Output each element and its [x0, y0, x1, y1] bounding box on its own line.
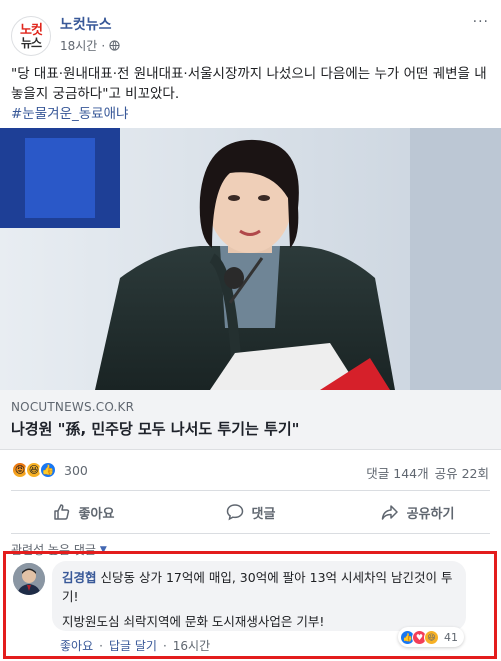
comment-label: 댓글	[251, 506, 276, 522]
comment-time[interactable]: 16시간	[173, 637, 210, 654]
comment-button[interactable]: 댓글	[167, 496, 334, 528]
avatar[interactable]	[13, 563, 45, 595]
avatar-logo-line1: 노컷	[20, 22, 43, 38]
comment-author-link[interactable]: 김경협	[62, 570, 97, 585]
share-count[interactable]: 공유 22회	[435, 463, 489, 482]
news-photo[interactable]	[0, 128, 501, 390]
separator-dot: ·	[99, 638, 103, 653]
comment-count[interactable]: 댓글 144개	[366, 463, 428, 482]
page-name-link[interactable]: 노컷뉴스	[60, 14, 112, 34]
link-domain: NOCUTNEWS.CO.KR	[11, 400, 135, 414]
comment-actions: 좋아요 · 답글 달기 · 16시간	[60, 637, 210, 654]
share-label: 공유하기	[406, 506, 455, 522]
separator-dot: ·	[101, 38, 106, 53]
action-bar: 좋아요 댓글 공유하기	[0, 496, 501, 528]
comment-reply-button[interactable]: 답글 달기	[109, 637, 157, 654]
stats-right: 댓글 144개 공유 22회	[366, 463, 489, 482]
avatar-logo-line2: 뉴스	[20, 35, 42, 50]
comment-text: 신당동 상가 17억에 매입, 30억에 팔아 13억 시세차익 남긴것이 투기…	[62, 570, 453, 604]
more-options-icon[interactable]: ···	[473, 14, 489, 30]
comment-reactions[interactable]: 👍 ♥ 😆 41	[398, 627, 464, 647]
reaction-summary[interactable]: 😡 😆 👍	[11, 461, 57, 479]
link-preview[interactable]: NOCUTNEWS.CO.KR 나경원 "孫, 민주당 모두 나서도 투기는 투…	[0, 390, 501, 450]
hashtag-link[interactable]: #눈물겨운_동료애냐	[11, 102, 128, 122]
commenter-photo	[13, 563, 45, 595]
post-meta: 18시간 ·	[60, 37, 120, 54]
comment-reaction-count: 41	[444, 630, 458, 644]
link-title[interactable]: 나경원 "孫, 민주당 모두 나서도 투기는 투기"	[11, 418, 299, 439]
reaction-count[interactable]: 300	[64, 463, 88, 478]
like-reaction-icon: 👍	[39, 461, 57, 479]
page-avatar[interactable]: 노컷 뉴스	[11, 16, 51, 56]
separator-dot: ·	[162, 638, 167, 653]
news-photo-illustration	[0, 128, 501, 390]
like-label: 좋아요	[78, 506, 115, 522]
divider	[11, 533, 490, 534]
divider	[11, 490, 490, 491]
post-stats: 😡 😆 👍 300 댓글 144개 공유 22회	[0, 455, 501, 485]
globe-icon	[109, 40, 120, 51]
post-text: "당 대표·원내대표·전 원내대표·서울시장까지 나섰으니 다음에는 누가 어떤…	[11, 66, 487, 102]
comment-text-line2: 지방원도심 쇠락지역에 문화 도시재생사업은 기부!	[62, 614, 325, 629]
comment-like-button[interactable]: 좋아요	[60, 637, 93, 654]
post-time[interactable]: 18시간	[60, 37, 97, 54]
comment-bubble-icon	[226, 504, 243, 521]
comment-bubble: 김경협 신당동 상가 17억에 매입, 30억에 팔아 13억 시세차익 남긴것이…	[52, 561, 466, 631]
haha-reaction-icon: 😆	[424, 629, 439, 645]
post-header: 노컷 뉴스 노컷뉴스 18시간 · ···	[0, 0, 501, 60]
like-button[interactable]: 좋아요	[0, 496, 167, 528]
share-arrow-icon	[381, 505, 398, 520]
share-button[interactable]: 공유하기	[334, 496, 501, 528]
thumbs-up-icon	[53, 504, 69, 520]
